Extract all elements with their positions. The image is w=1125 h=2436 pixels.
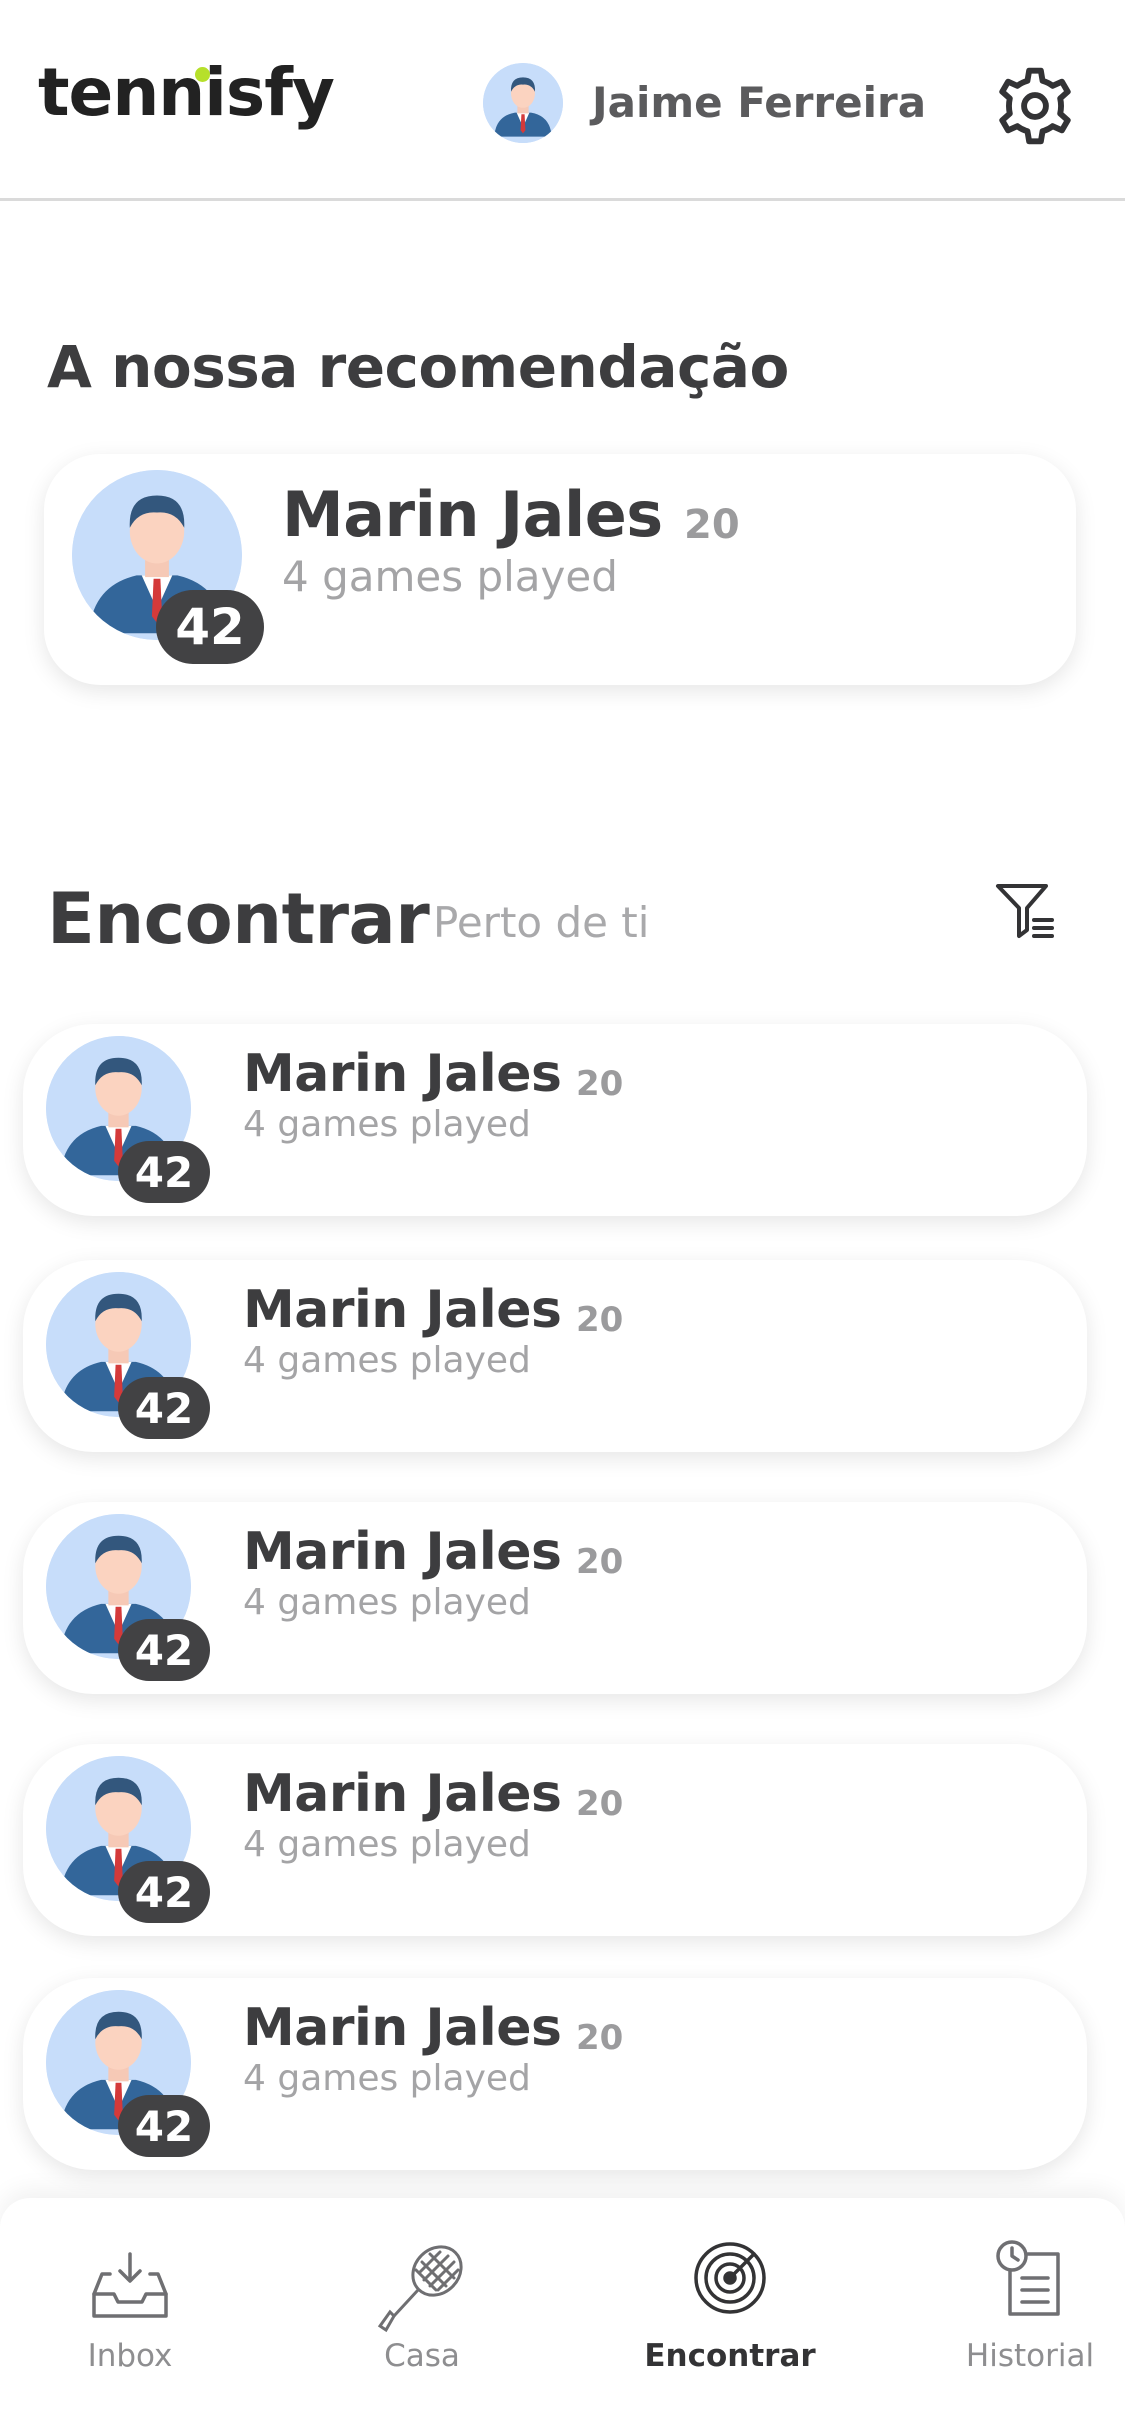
- player-card[interactable]: 42 Marin Jales 20 4 games played: [23, 1978, 1087, 2170]
- games-played: 4 games played: [243, 1104, 531, 1145]
- player-name: Marin Jales: [243, 1522, 562, 1582]
- filter-button[interactable]: [994, 880, 1058, 944]
- player-name: Marin Jales: [243, 1998, 562, 2058]
- nav-item-encontrar[interactable]: Encontrar: [620, 2198, 840, 2436]
- nav-item-historial[interactable]: Historial: [920, 2198, 1125, 2436]
- nav-item-casa[interactable]: Casa: [312, 2198, 532, 2436]
- inbox-icon: [92, 2252, 168, 2318]
- gear-icon: [999, 67, 1071, 145]
- games-played: 4 games played: [243, 2058, 531, 2099]
- player-card[interactable]: 42 Marin Jales 20 4 games played: [23, 1260, 1087, 1452]
- player-age: 20: [576, 1300, 624, 1340]
- recommended-player-card[interactable]: 42 Marin Jales 20 4 games played: [44, 454, 1076, 685]
- bottom-navigation: Inbox Casa Encontrar Historial: [0, 2198, 1125, 2436]
- find-title: Encontrar: [47, 878, 430, 960]
- nav-label-historial: Historial: [965, 2338, 1095, 2374]
- player-age: 20: [576, 1542, 624, 1582]
- rating-badge: 42: [156, 590, 264, 664]
- app-header: tennisfy Jaime Ferreira: [0, 0, 1125, 201]
- nav-item-inbox[interactable]: Inbox: [20, 2198, 240, 2436]
- settings-button[interactable]: [993, 64, 1077, 148]
- find-subtitle: Perto de ti: [433, 898, 650, 947]
- recommendation-title: A nossa recomendação: [47, 333, 789, 401]
- rating-badge: 42: [118, 2095, 210, 2157]
- player-name: Marin Jales: [243, 1280, 562, 1340]
- nav-label-encontrar: Encontrar: [644, 2338, 816, 2374]
- app-logo[interactable]: tennisfy: [38, 54, 335, 131]
- player-age: 20: [576, 2018, 624, 2058]
- rating-badge: 42: [118, 1619, 210, 1681]
- player-card[interactable]: 42 Marin Jales 20 4 games played: [23, 1744, 1087, 1936]
- player-card[interactable]: 42 Marin Jales 20 4 games played: [23, 1502, 1087, 1694]
- nav-label-casa: Casa: [384, 2338, 460, 2374]
- player-name: Marin Jales: [282, 478, 663, 551]
- history-icon: [996, 2240, 1060, 2316]
- player-age: 20: [576, 1064, 624, 1104]
- games-played: 4 games played: [243, 1340, 531, 1381]
- player-name: Marin Jales: [243, 1764, 562, 1824]
- person-avatar-icon: [483, 63, 563, 143]
- games-played: 4 games played: [282, 552, 618, 601]
- player-card[interactable]: 42 Marin Jales 20 4 games played: [23, 1024, 1087, 1216]
- games-played: 4 games played: [243, 1582, 531, 1623]
- games-played: 4 games played: [243, 1824, 531, 1865]
- player-age: 20: [576, 1784, 624, 1824]
- player-age: 20: [684, 502, 740, 548]
- filter-icon: [996, 884, 1054, 938]
- radar-icon: [694, 2242, 766, 2314]
- rating-badge: 42: [118, 1861, 210, 1923]
- rating-badge: 42: [118, 1377, 210, 1439]
- nav-label-inbox: Inbox: [87, 2338, 173, 2374]
- logo-accent-dot: [195, 67, 210, 82]
- user-avatar[interactable]: [483, 63, 563, 143]
- player-name: Marin Jales: [243, 1044, 562, 1104]
- tennis-racket-icon: [377, 2245, 463, 2333]
- rating-badge: 42: [118, 1141, 210, 1203]
- user-name[interactable]: Jaime Ferreira: [592, 78, 926, 127]
